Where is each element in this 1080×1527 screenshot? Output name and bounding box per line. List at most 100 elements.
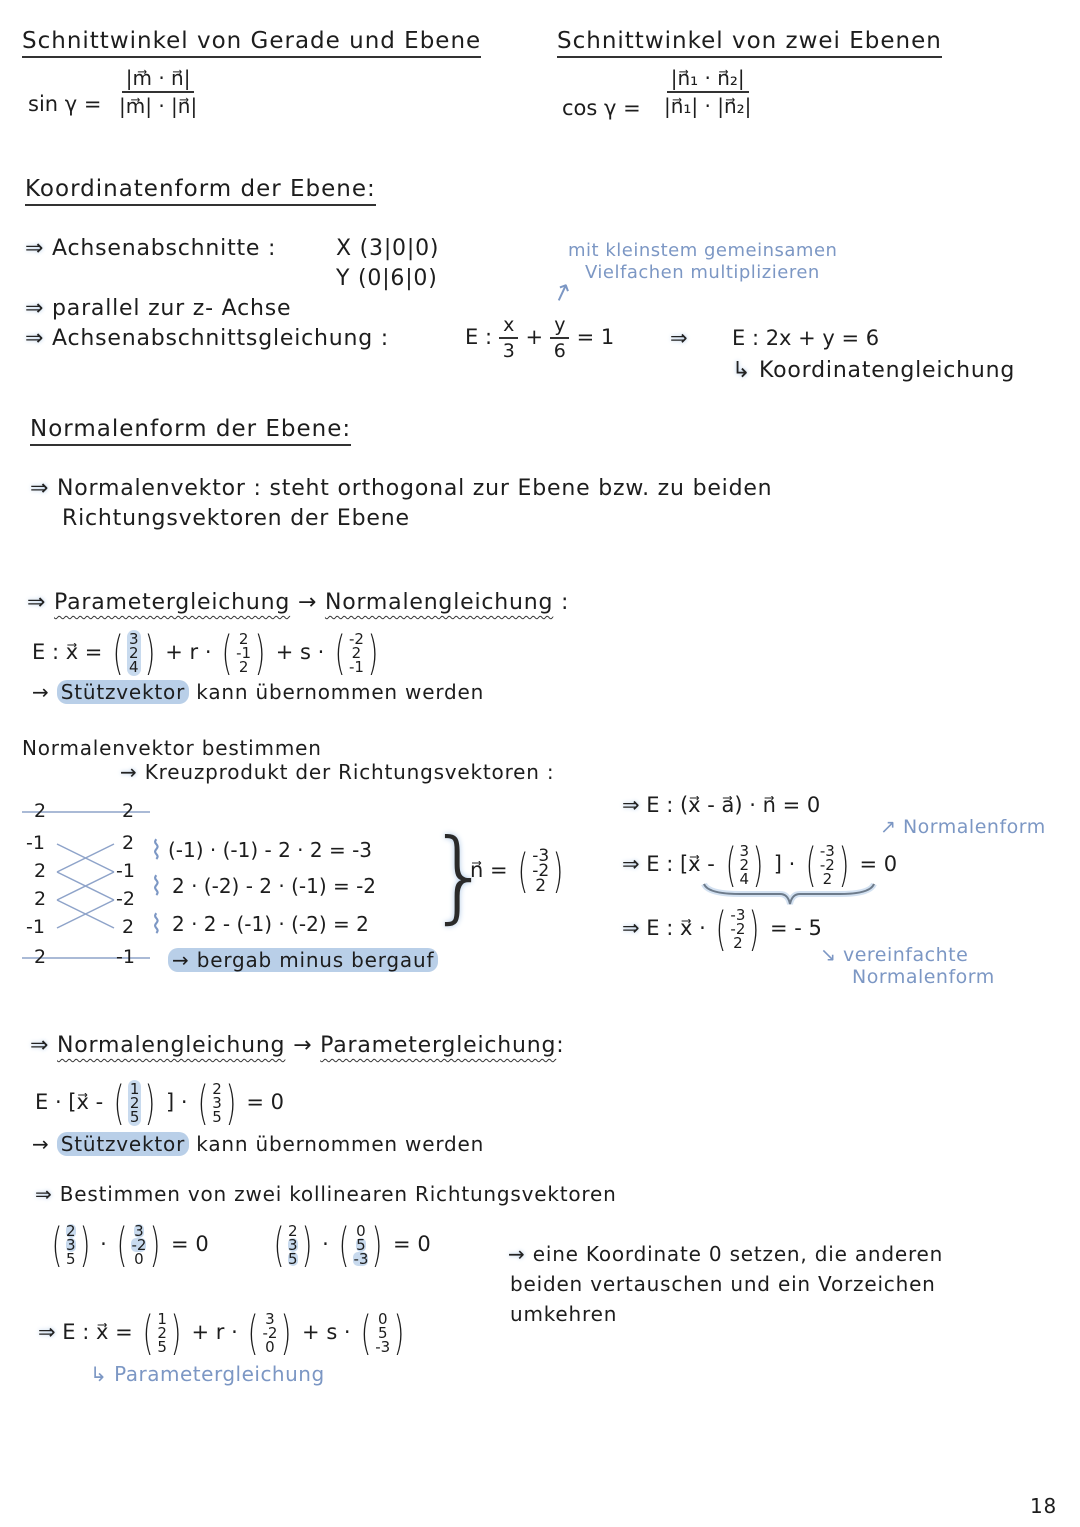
- heading-np-left: Normalengleichung: [57, 1033, 286, 1058]
- rule-line-1: eine Koordinate 0 setzen, die anderen: [532, 1242, 944, 1266]
- simplified-note-1: vereinfachte: [842, 944, 969, 966]
- step-simplified: ⇒ E : x⃗ · (-3 -2 2) = - 5: [622, 906, 822, 952]
- cross-left-entry: -1: [26, 916, 45, 938]
- param-eq-prefix: E : x⃗ =: [32, 640, 103, 664]
- sin-formula-lhs: sin γ =: [28, 92, 102, 116]
- implies-arrow-icon: ⇒: [670, 326, 688, 350]
- vec-entry: 5: [65, 1250, 76, 1268]
- intercept-eq-row: ⇒ Achsenabschnittsgleichung :: [25, 326, 389, 351]
- implies-arrow-icon: ⇒: [622, 852, 640, 876]
- step2-mid: ] ·: [773, 852, 796, 876]
- vec-entry: 5: [129, 1108, 140, 1126]
- vec-entry: -1: [348, 658, 364, 676]
- intercept-x: X (3|0|0): [336, 236, 440, 261]
- rule-line-1-row: → eine Koordinate 0 setzen, die anderen: [508, 1242, 943, 1266]
- dot-product-1: (2 3 5) · (3 -2 0) = 0: [48, 1222, 209, 1268]
- support-note-2: → Stützvektor kann übernommen werden: [32, 1132, 484, 1156]
- implies-arrow-icon: ⇒: [25, 326, 45, 351]
- dot1-b: (3 -2 0): [117, 1218, 161, 1272]
- r-label: + r ·: [165, 640, 212, 664]
- cross-calc-1: (-1) · (-1) - 2 · 2 = -3: [168, 838, 373, 862]
- simplified-annotation: ↘ vereinfachte: [820, 944, 968, 966]
- np-eq-prefix: E · [x⃗ -: [35, 1090, 104, 1114]
- arrow-icon: →: [508, 1242, 526, 1266]
- collinear-heading: Bestimmen von zwei kollinearen Richtungs…: [59, 1182, 617, 1206]
- cross-product-scheme: 2 -1 2 2 -1 2 2 2 -1 -2 2 -1: [22, 800, 162, 970]
- cos-denominator: |n⃗₁| · |n⃗₂|: [664, 94, 752, 118]
- heading-param-left: Parametergleichung: [54, 590, 291, 615]
- sin-numerator: |m⃗ · n⃗|: [121, 66, 195, 93]
- coordinate-eq-note-row: ↳ Koordinatengleichung: [732, 358, 1015, 383]
- cross-left-entry: 2: [34, 946, 47, 968]
- np-eq-rhs: = 0: [246, 1090, 285, 1114]
- heading-coordinate-form: Koordinatenform der Ebene:: [25, 176, 376, 206]
- cross-right-entry: -1: [116, 946, 135, 968]
- intercept-eq-label: Achsenabschnittsgleichung :: [52, 326, 390, 351]
- support-note-rest: kann übernommen werden: [196, 1132, 485, 1156]
- implies-arrow-icon: ⇒: [25, 236, 45, 261]
- s-label: + s ·: [275, 640, 325, 664]
- parallel-text: parallel zur z- Achse: [52, 296, 292, 321]
- normal-equation: E · [x⃗ - (1 2 5) ] · (2 3 5) = 0: [35, 1080, 284, 1126]
- vec-entry: 2: [535, 875, 547, 896]
- cross-rule: → bergab minus bergauf: [168, 948, 439, 972]
- final-note: Parametergleichung: [114, 1362, 325, 1386]
- heading-angle-planes: Schnittwinkel von zwei Ebenen: [557, 28, 942, 58]
- cross-rule-highlight: → bergab minus bergauf: [168, 948, 439, 972]
- collinear-heading-row: ⇒ Bestimmen von zwei kollinearen Richtun…: [35, 1182, 617, 1206]
- implies-arrow-icon: ⇒: [27, 590, 47, 615]
- implies-arrow-icon: ⇒: [622, 916, 640, 940]
- hook-arrow-icon: ↳: [732, 358, 752, 383]
- heading-param-to-normal: ⇒ Parametergleichung → Normalengleichung…: [27, 590, 569, 615]
- support-highlight: Stützvektor: [56, 1132, 190, 1156]
- n-label: n⃗ =: [470, 858, 508, 882]
- eq-prefix: E :: [465, 325, 493, 349]
- support-note-rest: kann übernommen werden: [196, 680, 485, 704]
- frac-num: x: [499, 314, 519, 339]
- plus-sign: +: [525, 325, 544, 349]
- dot1-a: (2 3 5): [51, 1218, 90, 1272]
- annotation-arrow-icon: ↗: [547, 275, 577, 309]
- annotation-arrow-icon: ↳: [90, 1362, 108, 1386]
- cross-left-entry: -1: [26, 832, 45, 854]
- heading-colon: :: [561, 590, 570, 615]
- coordinate-equation: E : 2x + y = 6: [732, 326, 880, 350]
- support-note-1: → Stützvektor kann übernommen werden: [32, 680, 484, 704]
- vec-entry: 0: [265, 1338, 275, 1356]
- curly-brace-icon: ⌇: [150, 872, 163, 902]
- n-vector: (-3 -2 2): [517, 844, 564, 898]
- page-number: 18: [1030, 1494, 1058, 1518]
- implies-arrow-icon: ⇒: [38, 1320, 56, 1344]
- heading-angle-line-plane: Schnittwinkel von Gerade und Ebene: [22, 28, 482, 58]
- cross-right-entry: 2: [122, 832, 135, 854]
- cross-heading-text: Kreuzprodukt der Richtungsvektoren :: [144, 760, 555, 784]
- arrow-icon: →: [120, 760, 138, 784]
- lcm-annotation-1: mit kleinstem gemeinsamen: [568, 240, 838, 261]
- rule-line-2: beiden vertauschen und ein Vorzeichen: [510, 1272, 936, 1296]
- final-prefix: E : x⃗ =: [62, 1320, 133, 1344]
- cos-numerator: |n⃗₁ · n⃗₂|: [666, 66, 749, 93]
- heading-arrow: →: [297, 590, 318, 615]
- cos-formula-fraction: |n⃗₁ · n⃗₂| |n⃗₁| · |n⃗₂|: [660, 66, 755, 118]
- sin-denominator: |m⃗| · |n⃗|: [119, 94, 198, 118]
- curly-brace-icon: ⌇: [150, 836, 163, 866]
- vec-entry: 5: [287, 1250, 298, 1268]
- eq-rhs: = 1: [576, 325, 615, 349]
- frac-y-6: y6: [550, 314, 570, 362]
- underbrace-icon: [701, 882, 877, 905]
- param-equation: E : x⃗ = (3 2 4) + r · (2 -1 2) + s · (-2 2 -1…: [32, 630, 382, 676]
- vec-entry: 4: [129, 658, 139, 676]
- coordinate-eq-note: Koordinatengleichung: [759, 358, 1016, 383]
- simplified-note-2: Normalenform: [852, 966, 995, 988]
- dot1-rhs: = 0: [171, 1232, 209, 1256]
- cross-calc-3: 2 · 2 - (-1) · (-2) = 2: [172, 912, 369, 936]
- heading-param-right: Normalengleichung: [324, 590, 554, 615]
- normal-vector-def: ⇒ Normalenvektor : steht orthogonal zur …: [30, 476, 772, 501]
- intercept-y: Y (0|6|0): [336, 266, 438, 291]
- cross-product-heading: → Kreuzprodukt der Richtungsvektoren :: [120, 760, 554, 784]
- support-vector: (3 2 4): [112, 626, 155, 680]
- cross-right-entry: 2: [122, 800, 135, 822]
- heading-np-right: Parametergleichung: [320, 1033, 557, 1058]
- normal-form-note: Normalenform: [902, 816, 1046, 838]
- final-support: (1 2 5): [142, 1306, 182, 1360]
